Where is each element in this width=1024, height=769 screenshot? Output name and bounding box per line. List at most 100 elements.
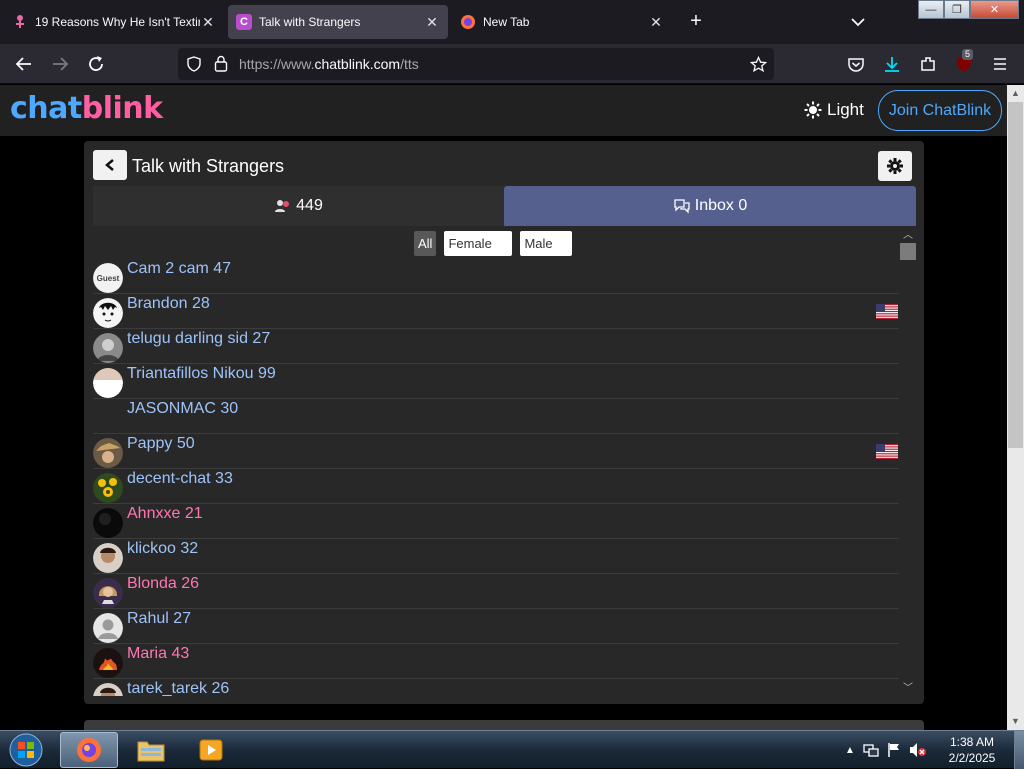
user-name[interactable]: Rahul 27 <box>127 610 191 628</box>
user-row[interactable]: Triantafillos Nikou 99 <box>93 364 899 399</box>
address-bar[interactable]: https://www.chatblink.com/tts <box>178 48 774 80</box>
close-icon[interactable]: ✕ <box>200 14 216 31</box>
avatar[interactable] <box>93 473 123 503</box>
filter-male[interactable]: Male <box>520 231 573 256</box>
user-row[interactable]: Blonda 26 <box>93 574 899 609</box>
user-name[interactable]: Blonda 26 <box>127 575 199 593</box>
user-name[interactable]: JASONMAC 30 <box>127 400 238 418</box>
user-row[interactable]: Guest Cam 2 cam 47 <box>93 259 899 294</box>
back-button[interactable] <box>12 52 36 76</box>
user-row[interactable]: Maria 43 <box>93 644 899 679</box>
page-scrollbar[interactable]: ▲ ▼ <box>1007 85 1024 730</box>
show-hidden-icons-arrow[interactable]: ▲ <box>845 745 855 756</box>
minimize-button[interactable]: — <box>918 0 944 19</box>
scroll-up-arrow[interactable]: ︿ <box>900 230 916 242</box>
theme-toggle-label: Light <box>827 100 864 119</box>
filter-all[interactable]: All <box>414 231 437 256</box>
user-row[interactable]: Pappy 50 <box>93 434 899 469</box>
avatar[interactable] <box>93 368 123 398</box>
gender-filter: All Female Male <box>414 231 573 257</box>
pocket-button[interactable] <box>844 52 868 76</box>
user-list-scrollbar[interactable]: ︿ ﹀ <box>900 230 916 695</box>
tab-title: 19 Reasons Why He Isn't Texting <box>35 15 200 29</box>
taskbar-media-player[interactable] <box>182 732 240 768</box>
browser-tab-strip: 19 Reasons Why He Isn't Texting ✕ C Talk… <box>0 0 1024 44</box>
system-tray: ▲ <box>845 731 927 769</box>
tab-title: Talk with Strangers <box>259 15 361 29</box>
user-name[interactable]: Cam 2 cam 47 <box>127 260 231 278</box>
user-name[interactable]: tarek_tarek 26 <box>127 680 229 696</box>
avatar[interactable] <box>93 613 123 643</box>
user-row[interactable]: tarek_tarek 26 <box>93 679 899 696</box>
avatar[interactable] <box>93 543 123 573</box>
user-row[interactable]: Rahul 27 <box>93 609 899 644</box>
network-icon[interactable] <box>863 742 879 758</box>
avatar[interactable] <box>93 578 123 608</box>
scrollbar-thumb[interactable] <box>900 243 916 260</box>
user-name[interactable]: klickoo 32 <box>127 540 198 558</box>
forward-button[interactable] <box>48 52 72 76</box>
browser-tab-3[interactable]: New Tab ✕ <box>452 5 672 39</box>
user-row[interactable]: decent-chat 33 <box>93 469 899 504</box>
downloads-button[interactable] <box>880 52 904 76</box>
extension-badge: 5 <box>962 49 974 60</box>
theme-toggle[interactable]: Light <box>804 100 864 120</box>
user-name[interactable]: Ahnxxe 21 <box>127 505 203 523</box>
scroll-down-arrow[interactable]: ﹀ <box>900 683 916 695</box>
menu-button[interactable] <box>988 52 1012 76</box>
arrow-left-icon <box>15 57 31 71</box>
user-row[interactable]: Ahnxxe 21 <box>93 504 899 539</box>
user-row[interactable]: JASONMAC 30 <box>93 399 899 434</box>
taskbar-clock[interactable]: 1:38 AM 2/2/2025 <box>940 734 1004 766</box>
avatar[interactable] <box>93 333 123 363</box>
reload-button[interactable] <box>84 52 108 76</box>
start-button[interactable] <box>6 732 46 768</box>
user-name[interactable]: decent-chat 33 <box>127 470 233 488</box>
media-player-icon <box>199 739 223 761</box>
avatar[interactable] <box>93 683 123 696</box>
avatar[interactable] <box>93 298 123 328</box>
user-name[interactable]: Brandon 28 <box>127 295 210 313</box>
tab-title: New Tab <box>483 15 530 29</box>
gear-sun-icon <box>804 101 822 119</box>
chatblink-favicon: C <box>236 14 252 30</box>
arrow-right-icon <box>53 57 69 71</box>
user-row[interactable]: Brandon 28 <box>93 294 899 329</box>
scroll-down-arrow[interactable]: ▼ <box>1007 713 1024 730</box>
volume-muted-icon[interactable] <box>909 742 927 758</box>
close-icon[interactable]: ✕ <box>424 14 440 31</box>
browser-tab-1[interactable]: 19 Reasons Why He Isn't Texting ✕ <box>4 5 224 39</box>
taskbar-file-explorer[interactable] <box>122 732 180 768</box>
join-chatblink-button[interactable]: Join ChatBlink <box>878 90 1002 131</box>
close-icon[interactable]: ✕ <box>648 14 664 31</box>
maximize-button[interactable]: ❐ <box>944 0 970 19</box>
avatar[interactable]: Guest <box>93 263 123 293</box>
taskbar-firefox[interactable] <box>60 732 118 768</box>
avatar[interactable] <box>93 438 123 468</box>
user-name[interactable]: telugu darling sid 27 <box>127 330 270 348</box>
scrollbar-thumb[interactable] <box>1008 102 1023 448</box>
scroll-up-arrow[interactable]: ▲ <box>1007 85 1024 102</box>
chatblink-logo[interactable]: chatblink <box>10 91 163 126</box>
extensions-button[interactable] <box>916 52 940 76</box>
settings-button[interactable] <box>878 151 912 181</box>
avatar[interactable] <box>93 648 123 678</box>
avatar[interactable] <box>93 508 123 538</box>
list-all-tabs-button[interactable] <box>848 12 868 32</box>
filter-female[interactable]: Female <box>444 231 513 256</box>
close-window-button[interactable]: ✕ <box>970 0 1019 19</box>
action-center-flag-icon[interactable] <box>887 742 901 758</box>
user-row[interactable]: telugu darling sid 27 <box>93 329 899 364</box>
user-name[interactable]: Triantafillos Nikou 99 <box>127 365 276 383</box>
show-desktop-button[interactable] <box>1014 731 1024 769</box>
tab-online-users[interactable]: 449 <box>93 186 504 226</box>
panel-back-button[interactable] <box>93 150 127 180</box>
user-name[interactable]: Pappy 50 <box>127 435 195 453</box>
browser-tab-2[interactable]: C Talk with Strangers ✕ <box>228 5 448 39</box>
new-tab-button[interactable]: + <box>684 10 708 34</box>
user-row[interactable]: klickoo 32 <box>93 539 899 574</box>
user-name[interactable]: Maria 43 <box>127 645 189 663</box>
tab-inbox[interactable]: Inbox 0 <box>504 186 916 226</box>
bookmark-star-icon[interactable] <box>750 56 767 73</box>
firefox-icon <box>460 14 476 30</box>
